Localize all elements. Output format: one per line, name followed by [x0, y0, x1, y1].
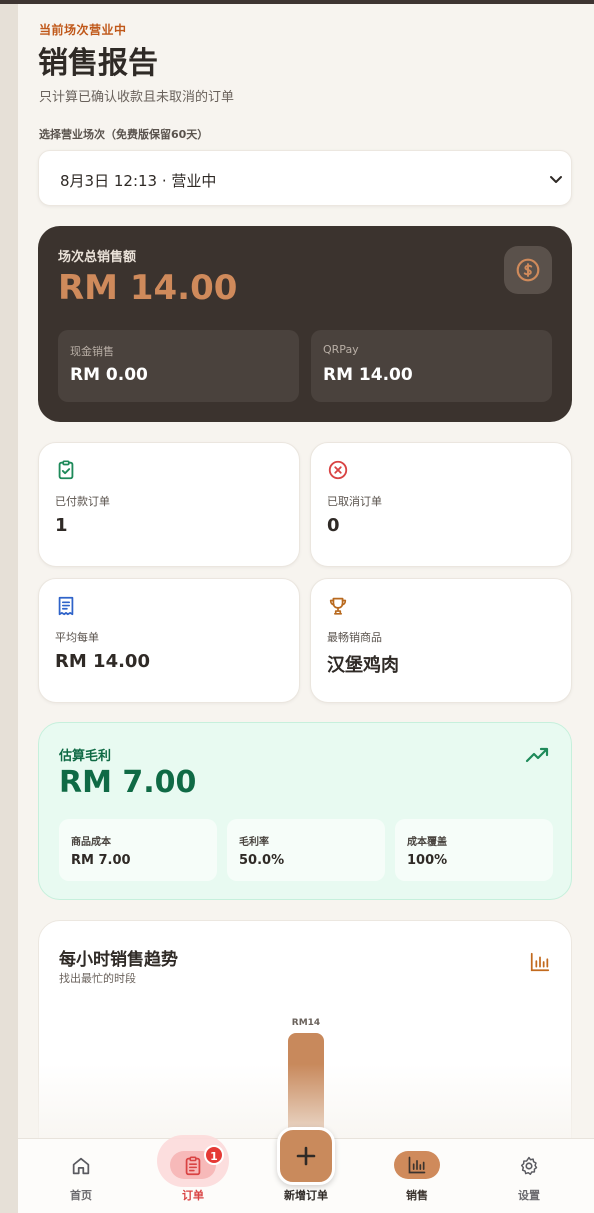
- trending-up-icon: [525, 745, 551, 769]
- nav-settings[interactable]: 设置: [479, 1139, 579, 1213]
- average-order-label: 平均每单: [55, 631, 99, 644]
- qrpay-sales-label: QRPay: [323, 343, 359, 356]
- gross-profit-label: 估算毛利: [59, 749, 112, 764]
- gross-profit-card: 估算毛利 RM 7.00 商品成本 RM 7.00 毛利率 50.0% 成本覆盖…: [38, 722, 572, 900]
- left-edge: [0, 4, 18, 1213]
- best-seller-card: 最畅销商品 汉堡鸡肉: [310, 578, 572, 703]
- nav-sales[interactable]: 销售: [367, 1139, 467, 1213]
- cancelled-orders-value: 0: [327, 515, 340, 536]
- qrpay-sales-box: QRPay RM 14.00: [311, 330, 552, 402]
- cancelled-orders-label: 已取消订单: [327, 495, 382, 508]
- chart-data-label: RM14: [292, 1018, 320, 1028]
- margin-box: 毛利率 50.0%: [227, 819, 385, 881]
- trophy-icon: [327, 595, 349, 617]
- hourly-trend-title: 每小时销售趋势: [59, 950, 178, 970]
- best-seller-value: 汉堡鸡肉: [327, 655, 399, 676]
- nav-settings-label: 设置: [518, 1189, 540, 1202]
- home-icon: [70, 1155, 92, 1181]
- session-select-value: 8月3日 12:13 · 营业中: [60, 172, 217, 190]
- paid-orders-label: 已付款订单: [55, 495, 110, 508]
- cash-sales-box: 现金销售 RM 0.00: [58, 330, 299, 402]
- gross-profit-value: RM 7.00: [59, 765, 197, 800]
- session-select[interactable]: 8月3日 12:13 · 营业中: [38, 150, 572, 206]
- coverage-label: 成本覆盖: [407, 837, 447, 848]
- average-order-card: 平均每单 RM 14.00: [38, 578, 300, 703]
- paid-orders-card: 已付款订单 1: [38, 442, 300, 567]
- nav-home-label: 首页: [70, 1189, 92, 1202]
- nav-add-order[interactable]: 新增订单: [256, 1139, 356, 1213]
- clipboard-check-icon: [55, 459, 77, 481]
- cost-value: RM 7.00: [71, 853, 131, 868]
- nav-orders[interactable]: 订单: [143, 1139, 243, 1213]
- cost-label: 商品成本: [71, 837, 111, 848]
- coverage-value: 100%: [407, 853, 448, 868]
- bottom-navigation: 首页 订单 1 新增订单 销售 设置: [18, 1127, 594, 1213]
- session-select-label: 选择营业场次（免费版保留60天）: [39, 128, 209, 141]
- nav-orders-label: 订单: [182, 1189, 204, 1202]
- coverage-box: 成本覆盖 100%: [395, 819, 553, 881]
- chevron-down-icon: [548, 171, 564, 191]
- total-sales-card: 场次总销售额 RM 14.00 现金销售 RM 0.00 QRPay RM 14…: [38, 226, 572, 422]
- gear-icon: [518, 1155, 540, 1181]
- hourly-trend-subtitle: 找出最忙的时段: [59, 972, 136, 985]
- qrpay-sales-value: RM 14.00: [323, 365, 413, 385]
- x-circle-icon: [327, 459, 349, 481]
- session-status-eyebrow: 当前场次营业中: [39, 23, 127, 37]
- cost-box: 商品成本 RM 7.00: [59, 819, 217, 881]
- total-sales-label: 场次总销售额: [58, 250, 137, 265]
- dollar-coin-icon: [504, 246, 552, 294]
- best-seller-label: 最畅销商品: [327, 631, 382, 644]
- receipt-icon: [55, 595, 77, 617]
- clipboard-list-icon: [182, 1155, 204, 1181]
- paid-orders-value: 1: [55, 515, 68, 536]
- margin-value: 50.0%: [239, 853, 285, 868]
- nav-home[interactable]: 首页: [31, 1139, 131, 1213]
- margin-label: 毛利率: [239, 837, 269, 848]
- cash-sales-label: 现金销售: [70, 345, 114, 358]
- sales-report-page: 当前场次营业中 销售报告 只计算已确认收款且未取消的订单 选择营业场次（免费版保…: [18, 4, 594, 1213]
- cash-sales-value: RM 0.00: [70, 365, 148, 385]
- bar-chart-icon: [407, 1155, 427, 1179]
- page-title: 销售报告: [38, 46, 158, 81]
- total-sales-value: RM 14.00: [58, 268, 238, 308]
- nav-add-order-label: 新增订单: [284, 1189, 328, 1202]
- bar-chart-icon: [529, 951, 551, 977]
- cancelled-orders-card: 已取消订单 0: [310, 442, 572, 567]
- orders-count-badge: 1: [204, 1145, 224, 1165]
- average-order-value: RM 14.00: [55, 651, 150, 672]
- nav-sales-label: 销售: [406, 1189, 428, 1202]
- page-subtitle: 只计算已确认收款且未取消的订单: [39, 90, 235, 105]
